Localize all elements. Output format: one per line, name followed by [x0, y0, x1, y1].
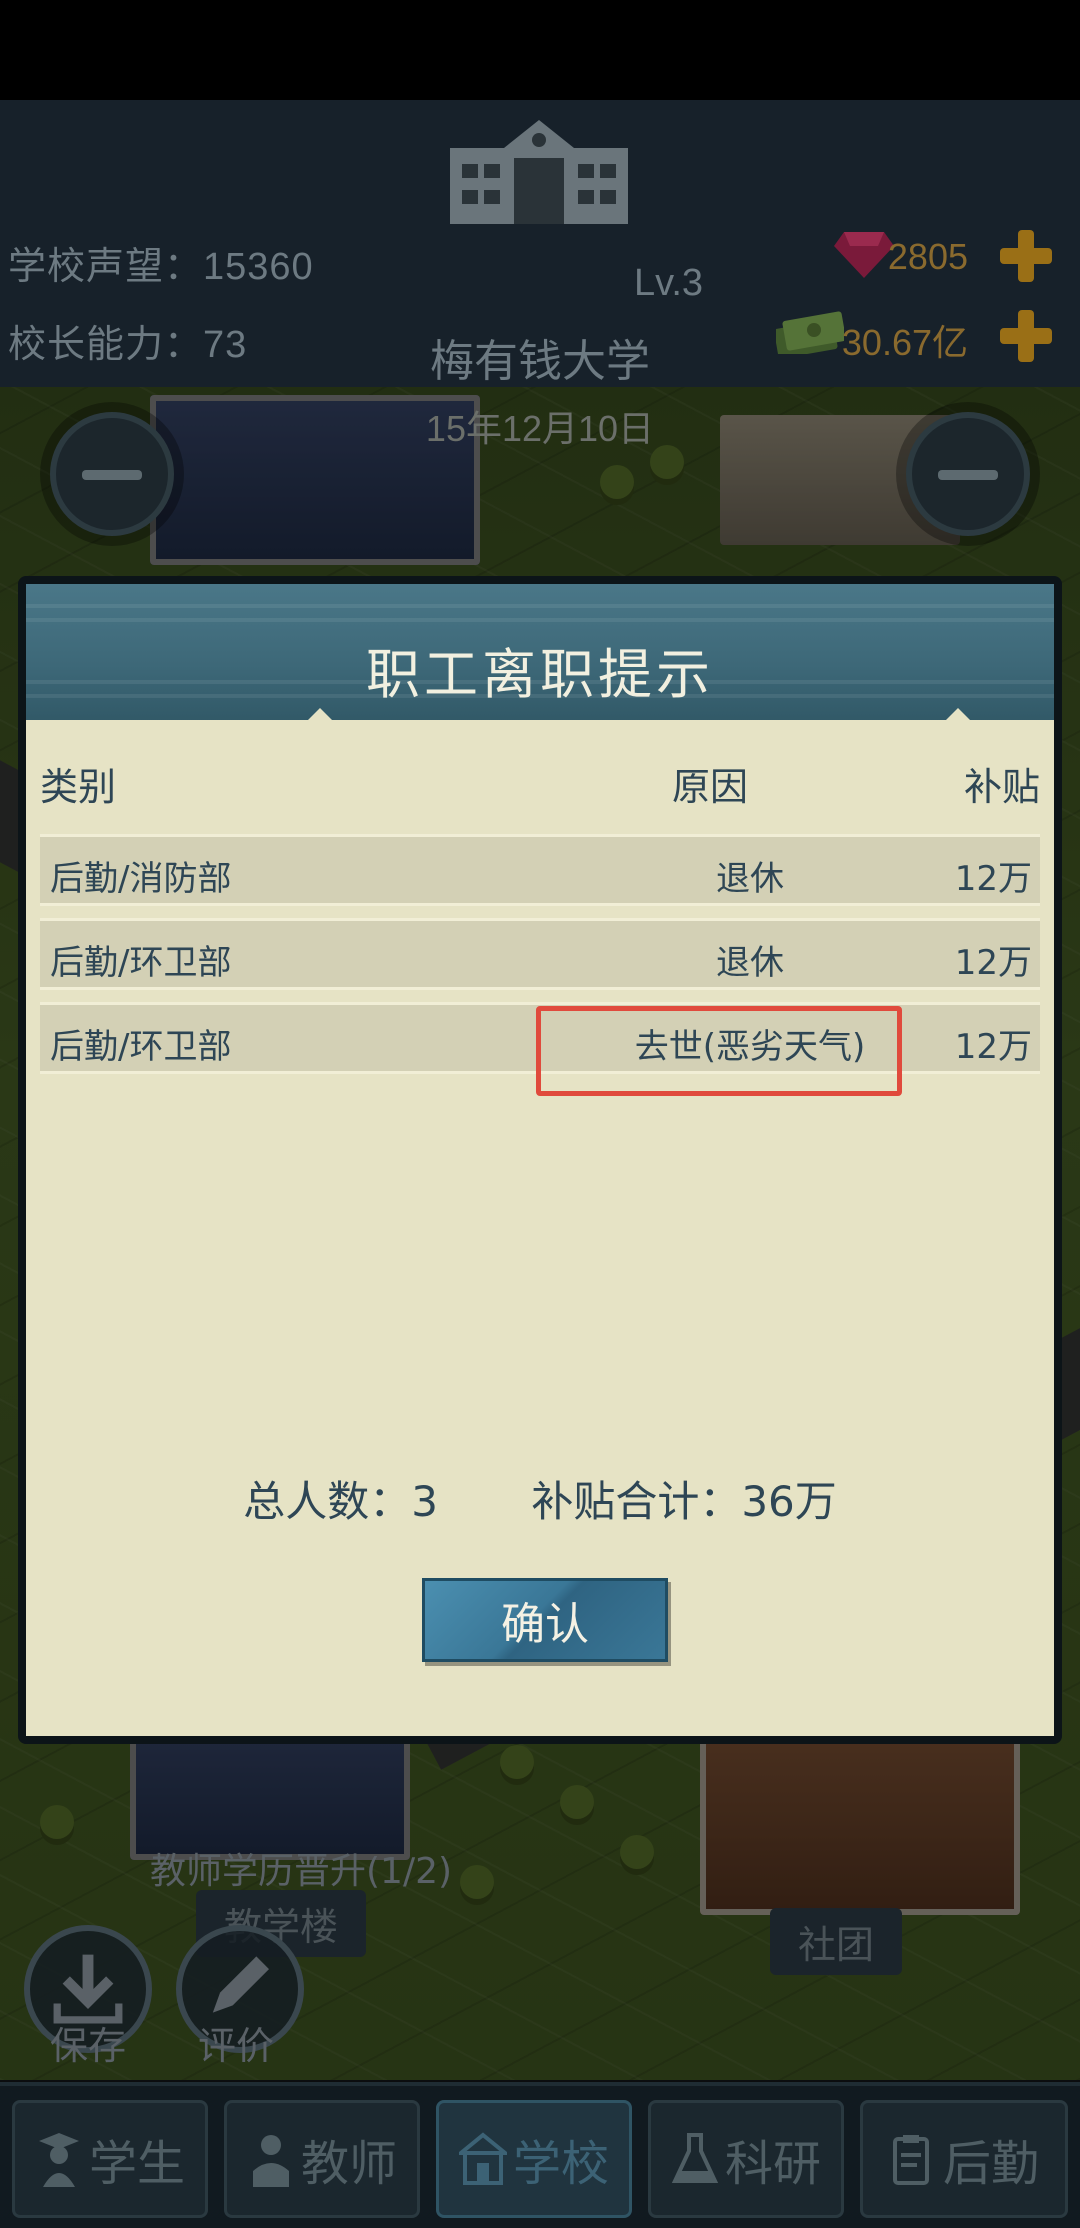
tab-students-label: 学生 — [88, 2136, 185, 2192]
column-category: 类别 — [40, 765, 117, 809]
tab-research[interactable]: 科研 — [648, 2100, 844, 2218]
total-allowance: 补贴合计：36万 — [531, 1477, 837, 1526]
dialog-title: 职工离职提示 — [366, 643, 714, 706]
school-reputation: 学校声望：15360 — [8, 246, 314, 288]
tab-school[interactable]: 学校 — [436, 2100, 632, 2218]
highlight-box — [536, 1006, 902, 1096]
confirm-button[interactable]: 确认 — [422, 1578, 668, 1662]
row-category: 后勤/环卫部 — [50, 1027, 232, 1067]
tab-students[interactable]: 学生 — [12, 2100, 208, 2218]
money-amount: 30.67亿 — [841, 322, 968, 363]
game-screen: 学校声望：15360 校长能力：73 Lv.3 梅有钱大学 2805 30.67… — [0, 0, 1080, 2228]
row-reason: 退休 — [716, 859, 784, 899]
row-category: 后勤/环卫部 — [50, 943, 232, 983]
tab-logistics[interactable]: 后勤 — [860, 2100, 1068, 2218]
summary-line: 总人数：3 补贴合计：36万 — [26, 1468, 1054, 1529]
flask-icon — [671, 2133, 719, 2183]
dialog-body: 职工离职提示 类别 原因 补贴 后勤/消防部 退休 12万 后勤/环卫部 退休 … — [26, 584, 1054, 1736]
school-building-icon — [450, 120, 628, 224]
clipboard-icon — [892, 2135, 929, 2185]
task-progress[interactable]: 教师学历晋升(1/2) — [150, 1842, 452, 1894]
bottom-tab-bar: 学生 教师 学校 科研 后勤 — [0, 2082, 1080, 2228]
total-people: 总人数：3 — [243, 1477, 438, 1526]
school-level: Lv.3 — [634, 262, 704, 304]
table-row: 后勤/消防部 退休 12万 — [40, 834, 1040, 906]
cash-icon — [776, 311, 844, 354]
review-label: 评价 — [198, 2024, 275, 2068]
add-gems-button[interactable] — [1000, 230, 1052, 282]
tab-research-label: 科研 — [724, 2136, 821, 2192]
school-icon — [458, 2132, 507, 2185]
column-reason: 原因 — [672, 765, 749, 809]
zoom-out-button-left[interactable] — [50, 412, 174, 536]
teacher-icon — [252, 2135, 289, 2187]
save-label: 保存 — [50, 2024, 127, 2068]
tab-logistics-label: 后勤 — [942, 2136, 1039, 2192]
add-money-button[interactable] — [1000, 310, 1052, 362]
tab-teachers[interactable]: 教师 — [224, 2100, 420, 2218]
student-icon — [38, 2133, 79, 2187]
row-allowance: 12万 — [954, 943, 1032, 983]
tab-school-label: 学校 — [512, 2136, 609, 2192]
row-reason: 退休 — [716, 943, 784, 983]
row-category: 后勤/消防部 — [50, 859, 232, 899]
gem-icon — [834, 232, 894, 278]
row-allowance: 12万 — [954, 1027, 1032, 1067]
gem-count: 2805 — [887, 236, 968, 277]
status-bar — [0, 0, 1080, 100]
staff-leave-dialog: 职工离职提示 类别 原因 补贴 后勤/消防部 退休 12万 后勤/环卫部 退休 … — [18, 576, 1062, 1744]
row-allowance: 12万 — [954, 859, 1032, 899]
tab-teachers-label: 教师 — [300, 2136, 397, 2192]
table-row: 后勤/环卫部 退休 12万 — [40, 918, 1040, 990]
zoom-out-button-right[interactable] — [906, 412, 1030, 536]
club-label[interactable]: 社团 — [770, 1908, 903, 1975]
column-allowance: 补贴 — [963, 765, 1040, 809]
